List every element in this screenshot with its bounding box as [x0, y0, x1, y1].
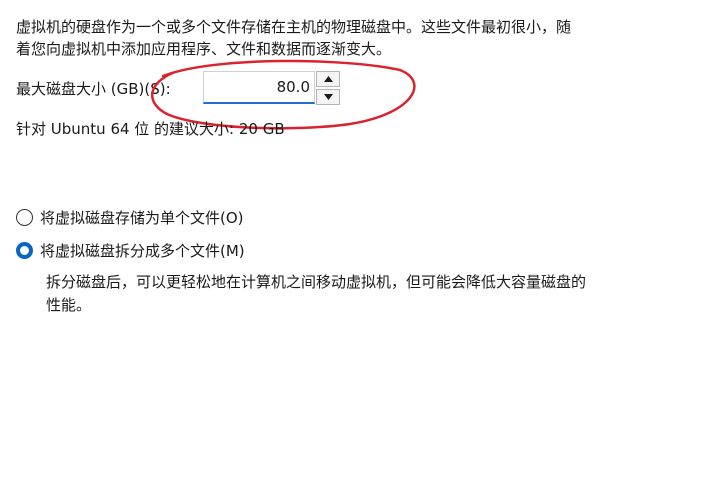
split-files-label[interactable]: 将虚拟磁盘拆分成多个文件(M)	[40, 240, 245, 261]
disk-info-line-1: 虚拟机的硬盘作为一个或多个文件存储在主机的物理磁盘中。这些文件最初很小，随	[16, 18, 572, 36]
single-file-label[interactable]: 将虚拟磁盘存储为单个文件(O)	[40, 207, 244, 228]
disk-size-spinner[interactable]	[316, 71, 340, 105]
max-disk-size-field[interactable]	[203, 71, 315, 104]
store-single-file-option[interactable]: 将虚拟磁盘存储为单个文件(O)	[16, 207, 244, 227]
disk-info-text: 虚拟机的硬盘作为一个或多个文件存储在主机的物理磁盘中。这些文件最初很小，随 着您…	[16, 16, 706, 60]
split-description-line-2: 性能。	[46, 296, 92, 314]
spin-down-button[interactable]	[316, 89, 340, 105]
split-files-description: 拆分磁盘后，可以更轻松地在计算机之间移动虚拟机，但可能会降低大容量磁盘的 性能。	[46, 271, 706, 317]
split-multiple-files-option[interactable]: 将虚拟磁盘拆分成多个文件(M)	[16, 240, 245, 260]
disk-info-line-2: 着您向虚拟机中添加应用程序、文件和数据而逐渐变大。	[16, 40, 392, 58]
triangle-up-icon	[323, 76, 333, 82]
max-disk-size-input[interactable]	[204, 72, 314, 102]
spin-up-button[interactable]	[316, 71, 340, 87]
single-file-radio[interactable]	[16, 208, 33, 226]
recommended-size-text: 针对 Ubuntu 64 位 的建议大小: 20 GB	[16, 120, 285, 138]
split-files-radio[interactable]	[16, 241, 33, 259]
triangle-down-icon	[323, 94, 333, 100]
max-disk-size-label: 最大磁盘大小 (GB)(S):	[16, 80, 171, 98]
split-description-line-1: 拆分磁盘后，可以更轻松地在计算机之间移动虚拟机，但可能会降低大容量磁盘的	[46, 273, 587, 291]
